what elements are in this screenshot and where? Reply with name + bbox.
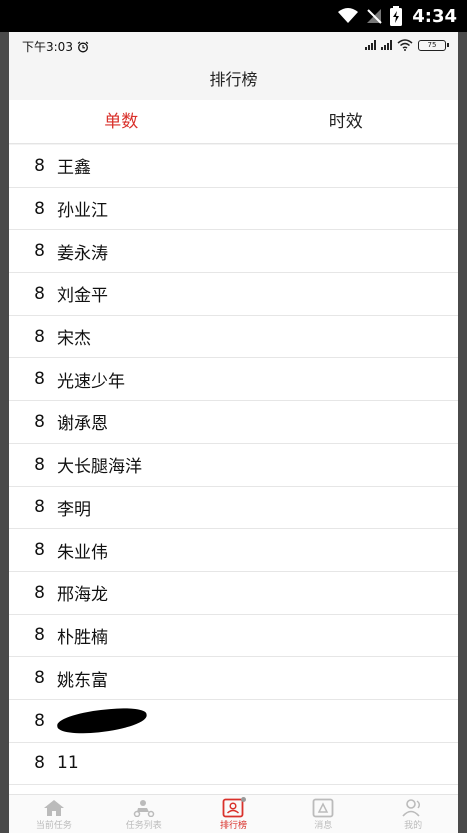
wifi-icon — [338, 8, 359, 23]
nav-profile[interactable]: 我的 — [368, 795, 458, 833]
nav-label: 排行榜 — [219, 820, 247, 831]
signal-icon-2 — [381, 40, 392, 50]
list-item[interactable]: 8 朱业伟 — [9, 529, 458, 572]
list-item[interactable]: 8 11 — [9, 742, 458, 786]
nav-label: 任务列表 — [125, 820, 162, 831]
list-item[interactable]: 8 大长腿海洋 — [9, 443, 458, 487]
rank-name: 刘金平 — [57, 286, 108, 307]
nav-label: 当前任务 — [35, 820, 72, 831]
redacted-name — [56, 705, 148, 737]
list-item[interactable]: 8 谢承恩 — [9, 401, 458, 444]
rank-count: 8 — [34, 369, 45, 390]
tab-count[interactable]: 单数 — [9, 100, 234, 143]
rank-count: 8 — [34, 155, 45, 176]
rank-name: 邢海龙 — [57, 585, 108, 606]
rank-count: 8 — [34, 497, 45, 518]
tab-timeliness[interactable]: 时效 — [234, 100, 459, 143]
nav-messages[interactable]: 消息 — [278, 795, 368, 833]
rank-count: 8 — [34, 625, 45, 646]
battery-indicator: 75 — [418, 39, 449, 51]
list-item[interactable]: 8 宋杰 — [9, 315, 458, 359]
nav-label: 我的 — [404, 820, 423, 831]
message-icon — [312, 798, 334, 817]
inner-time: 下午3:03 — [22, 40, 73, 54]
rank-name: 孙业江 — [57, 201, 108, 222]
rank-count: 8 — [34, 198, 45, 219]
notification-dot — [240, 797, 246, 802]
rank-name: 11 — [57, 753, 79, 774]
list-item[interactable]: 8 李明 — [9, 486, 458, 530]
tab-bar: 单数 时效 — [9, 100, 458, 144]
app-screen: 下午3:03 75 排行榜 单数 时效 8 王鑫 8 孙业江 8 姜永涛 8 刘金平 8… — [9, 32, 458, 833]
alarm-icon — [77, 41, 89, 52]
page-title: 排行榜 — [9, 60, 458, 100]
rank-count: 8 — [34, 582, 45, 603]
list-item[interactable]: 8 光速少年 — [9, 358, 458, 402]
list-item[interactable]: 8 孙业江 — [9, 187, 458, 231]
rank-name: 朱业伟 — [57, 542, 108, 563]
profile-icon — [402, 798, 421, 817]
rank-count: 8 — [34, 283, 45, 304]
bottom-navigation: 当前任务 任务列表 排行榜 消息 我的 — [9, 794, 458, 833]
nav-task-list[interactable]: 任务列表 — [99, 795, 189, 833]
rank-name: 姚东富 — [57, 670, 108, 691]
ranking-list: 8 王鑫 8 孙业江 8 姜永涛 8 刘金平 8 宋杰 8 光速少年 8 谢承恩 8 大长腿海洋… — [9, 145, 458, 807]
list-item[interactable]: 8 王鑫 — [9, 145, 458, 188]
no-signal-icon — [367, 9, 382, 24]
rank-count: 8 — [34, 753, 45, 774]
rank-name: 王鑫 — [57, 158, 91, 179]
list-item[interactable]: 8 朴胜楠 — [9, 614, 458, 658]
list-item[interactable]: 8 姚东富 — [9, 657, 458, 700]
rank-count: 8 — [34, 668, 45, 689]
rank-count: 8 — [34, 710, 45, 731]
rank-name: 朴胜楠 — [57, 627, 108, 648]
nav-ranking[interactable]: 排行榜 — [189, 795, 279, 833]
system-time: 4:34 — [412, 5, 457, 27]
list-item[interactable]: 8 刘金平 — [9, 273, 458, 316]
inner-status-bar: 下午3:03 75 — [9, 32, 458, 60]
rank-name: 李明 — [57, 499, 91, 520]
rank-name: 宋杰 — [57, 329, 91, 350]
rank-count: 8 — [34, 540, 45, 561]
nav-current-task[interactable]: 当前任务 — [9, 795, 99, 833]
nav-label: 消息 — [314, 820, 333, 831]
wifi-icon-small — [397, 39, 413, 51]
battery-charging-icon — [390, 6, 403, 26]
rank-count: 8 — [34, 411, 45, 432]
phone-frame: 下午3:03 75 排行榜 单数 时效 8 王鑫 8 孙业江 8 姜永涛 8 刘金平 8… — [0, 32, 467, 833]
courier-icon — [133, 799, 154, 817]
rank-name: 姜永涛 — [57, 243, 108, 264]
rank-name: 光速少年 — [57, 371, 125, 392]
home-icon — [43, 799, 64, 816]
signal-icon — [365, 40, 376, 50]
list-item[interactable]: 8 邢海龙 — [9, 571, 458, 615]
rank-count: 8 — [34, 326, 45, 347]
rank-count: 8 — [34, 241, 45, 262]
list-item[interactable]: 8 — [9, 699, 458, 743]
rank-name: 大长腿海洋 — [57, 457, 142, 478]
rank-name: 谢承恩 — [57, 414, 108, 435]
list-item[interactable]: 8 姜永涛 — [9, 230, 458, 274]
rank-count: 8 — [34, 454, 45, 475]
system-status-bar: 4:34 — [0, 0, 467, 32]
